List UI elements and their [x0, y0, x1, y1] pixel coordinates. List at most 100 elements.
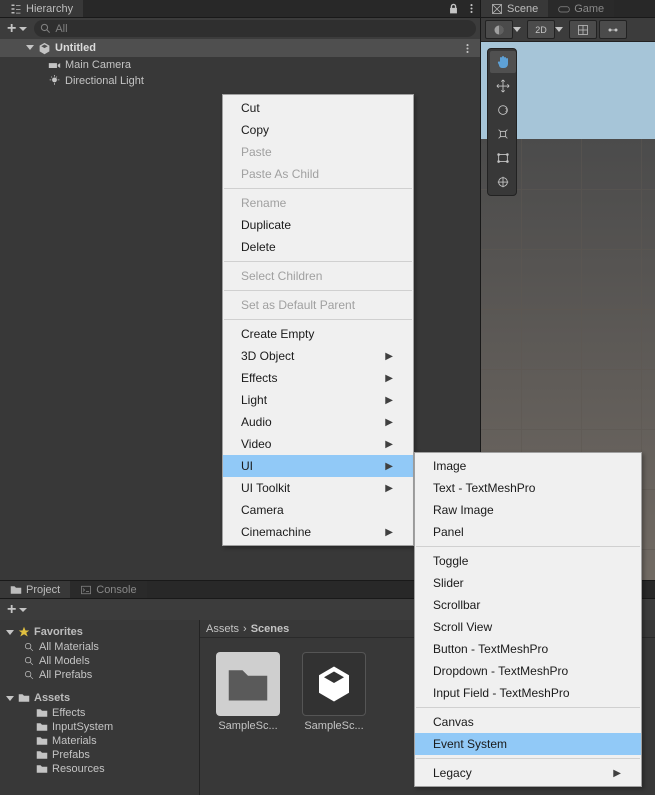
- scene-header[interactable]: Untitled: [0, 39, 480, 57]
- context-menu-item: Paste: [223, 141, 413, 163]
- favorite-label: All Models: [39, 655, 90, 667]
- hierarchy-tab-row: Hierarchy: [0, 0, 480, 18]
- breadcrumb-segment[interactable]: Scenes: [251, 623, 290, 635]
- menu-item-label: Delete: [241, 240, 276, 254]
- context-menu-item[interactable]: Duplicate: [223, 214, 413, 236]
- context-menu-item[interactable]: Video▶: [223, 433, 413, 455]
- 2d-toggle[interactable]: 2D: [527, 20, 555, 39]
- context-submenu-item[interactable]: Raw Image: [415, 499, 641, 521]
- hand-tool[interactable]: [490, 51, 516, 73]
- context-submenu-item[interactable]: Image: [415, 455, 641, 477]
- context-submenu-item[interactable]: Input Field - TextMeshPro: [415, 682, 641, 704]
- menu-item-label: Paste: [241, 145, 272, 159]
- game-tab[interactable]: Game: [548, 0, 614, 17]
- favorites-header[interactable]: Favorites: [0, 624, 199, 640]
- menu-item-label: Audio: [241, 415, 272, 429]
- menu-item-label: Event System: [433, 737, 507, 751]
- chevron-right-icon: ▶: [385, 395, 393, 406]
- scale-tool[interactable]: [490, 123, 516, 145]
- context-menu-item[interactable]: Audio ▶: [223, 411, 413, 433]
- asset-folder[interactable]: Materials: [0, 734, 199, 748]
- folder-label: Effects: [52, 707, 85, 719]
- breadcrumb-segment[interactable]: Assets: [206, 623, 239, 635]
- menu-item-label: Camera: [241, 503, 284, 517]
- hierarchy-item-light[interactable]: Directional Light: [0, 73, 480, 89]
- chevron-right-icon: ▶: [613, 768, 621, 779]
- context-menu-item[interactable]: Camera: [223, 499, 413, 521]
- favorite-item[interactable]: All Models: [0, 654, 199, 668]
- folder-label: InputSystem: [52, 721, 113, 733]
- asset-item-folder[interactable]: SampleSc...: [214, 652, 282, 781]
- asset-folder[interactable]: Resources: [0, 762, 199, 776]
- light-icon: [48, 75, 61, 88]
- menu-item-label: Copy: [241, 123, 269, 137]
- context-menu-item[interactable]: Cut: [223, 97, 413, 119]
- hierarchy-tab[interactable]: Hierarchy: [0, 0, 83, 17]
- project-tab[interactable]: Project: [0, 581, 70, 598]
- context-submenu-item[interactable]: Scrollbar: [415, 594, 641, 616]
- context-submenu: Image Text - TextMeshPro Raw Image Panel Tog…: [414, 452, 642, 787]
- context-menu-item[interactable]: Light ▶: [223, 389, 413, 411]
- menu-separator: [224, 261, 412, 262]
- scene-tab[interactable]: Scene: [481, 0, 548, 17]
- asset-folder[interactable]: InputSystem: [0, 720, 199, 734]
- menu-item-label: Slider: [433, 576, 464, 590]
- context-submenu-item[interactable]: Text - TextMeshPro: [415, 477, 641, 499]
- context-menu-item[interactable]: UI Toolkit▶: [223, 477, 413, 499]
- scene-kebab-icon[interactable]: [458, 39, 476, 57]
- context-submenu-item[interactable]: Canvas: [415, 711, 641, 733]
- console-tab[interactable]: Console: [70, 581, 146, 598]
- context-submenu-item[interactable]: Legacy▶: [415, 762, 641, 784]
- context-submenu-item[interactable]: Scroll View: [415, 616, 641, 638]
- context-menu-item[interactable]: Cinemachine▶: [223, 521, 413, 543]
- favorites-label: Favorites: [34, 626, 83, 638]
- move-tool[interactable]: [490, 75, 516, 97]
- console-icon: [80, 584, 92, 596]
- favorite-item[interactable]: All Materials: [0, 640, 199, 654]
- context-menu-item[interactable]: Effects▶: [223, 367, 413, 389]
- shading-dropdown[interactable]: [485, 20, 513, 39]
- asset-folder[interactable]: Effects: [0, 706, 199, 720]
- search-icon: [24, 670, 35, 681]
- assets-header[interactable]: Assets: [0, 690, 199, 706]
- hierarchy-item-camera[interactable]: Main Camera: [0, 57, 480, 73]
- context-menu-item[interactable]: 3D Object▶: [223, 345, 413, 367]
- assets-label: Assets: [34, 692, 70, 704]
- context-menu-item[interactable]: Delete: [223, 236, 413, 258]
- folder-label: Resources: [52, 763, 105, 775]
- context-submenu-item[interactable]: Slider: [415, 572, 641, 594]
- rotate-tool[interactable]: [490, 99, 516, 121]
- rect-tool[interactable]: [490, 147, 516, 169]
- menu-separator: [224, 319, 412, 320]
- menu-item-label: Text - TextMeshPro: [433, 481, 535, 495]
- menu-separator: [416, 546, 640, 547]
- menu-item-label: Raw Image: [433, 503, 494, 517]
- menu-item-label: Scroll View: [433, 620, 492, 634]
- transform-tool[interactable]: [490, 171, 516, 193]
- asset-folder[interactable]: Prefabs: [0, 748, 199, 762]
- folder-icon: [36, 763, 48, 775]
- context-menu-item[interactable]: Create Empty: [223, 323, 413, 345]
- hierarchy-search[interactable]: All: [34, 20, 476, 37]
- lock-icon[interactable]: [444, 0, 462, 18]
- add-button[interactable]: +: [4, 20, 30, 38]
- search-placeholder: All: [55, 23, 67, 35]
- context-submenu-item[interactable]: Panel: [415, 521, 641, 543]
- favorite-item[interactable]: All Prefabs: [0, 668, 199, 682]
- add-button[interactable]: +: [4, 601, 30, 619]
- grid-dropdown[interactable]: [599, 20, 627, 39]
- menu-item-label: Duplicate: [241, 218, 291, 232]
- context-submenu-item[interactable]: Button - TextMeshPro: [415, 638, 641, 660]
- asset-item-scene[interactable]: SampleSc...: [300, 652, 368, 781]
- chevron-right-icon: ▶: [385, 417, 393, 428]
- context-submenu-item[interactable]: Event System: [415, 733, 641, 755]
- menu-item-label: Light: [241, 393, 267, 407]
- menu-item-label: Toggle: [433, 554, 468, 568]
- context-menu-item[interactable]: Copy: [223, 119, 413, 141]
- context-submenu-item[interactable]: Toggle: [415, 550, 641, 572]
- folder-icon: [36, 735, 48, 747]
- gizmo-dropdown[interactable]: [569, 20, 597, 39]
- context-menu-item[interactable]: UI▶: [223, 455, 413, 477]
- context-submenu-item[interactable]: Dropdown - TextMeshPro: [415, 660, 641, 682]
- kebab-icon[interactable]: [462, 0, 480, 18]
